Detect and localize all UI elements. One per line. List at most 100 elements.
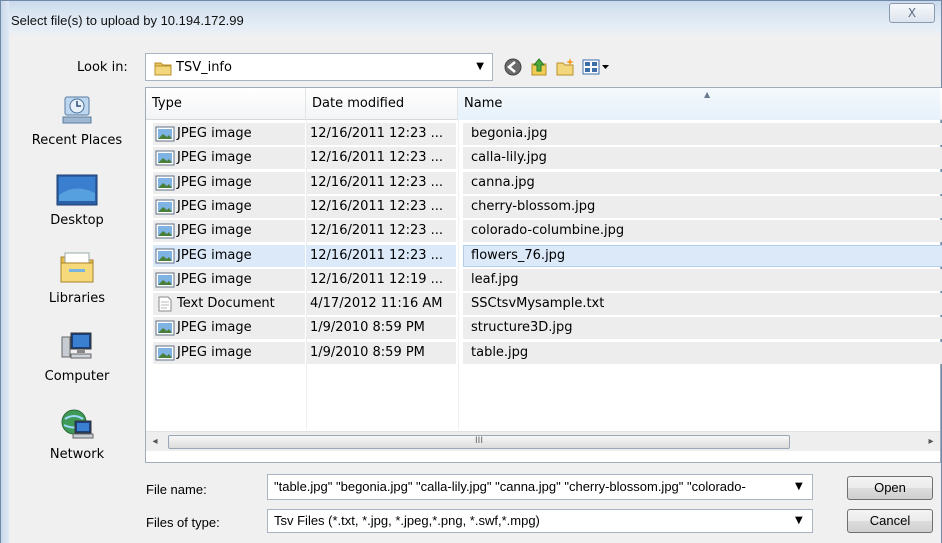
image-file-icon <box>155 175 175 191</box>
image-file-icon <box>155 199 175 215</box>
file-name-cell[interactable]: flowers_76.jpg <box>463 244 942 267</box>
close-icon: X <box>907 6 917 20</box>
table-row[interactable]: JPEG image 1/9/2010 8:59 PM structure3D.jp… <box>149 317 942 340</box>
chevron-down-icon[interactable]: ▼ <box>795 515 803 526</box>
title-bar[interactable]: Select file(s) to upload by 10.194.172.9… <box>1 1 942 35</box>
column-header-name[interactable]: Name ▲ <box>458 88 940 120</box>
file-date-cell: 12/16/2011 12:23 ... <box>306 147 456 170</box>
table-row[interactable]: JPEG image 12/16/2011 12:23 ... begonia.jp… <box>149 123 942 145</box>
places-bar: Recent Places Desktop Libraries Computer… <box>15 87 139 467</box>
file-type-cell: Text Document <box>153 293 305 316</box>
sort-ascending-icon: ▲ <box>704 90 711 99</box>
recent-places-icon <box>62 96 92 124</box>
file-type-cell: JPEG image <box>153 171 305 194</box>
table-row[interactable]: JPEG image 1/9/2010 8:59 PM table.jpg <box>149 341 942 364</box>
scroll-left-icon[interactable]: ◂ <box>146 432 164 452</box>
chevron-down-icon: ▼ <box>476 61 484 72</box>
text-file-icon <box>158 296 172 312</box>
file-name-cell[interactable]: cherry-blossom.jpg <box>463 195 942 218</box>
file-type-text: JPEG image <box>177 344 252 360</box>
look-in-label: Look in: <box>77 60 128 75</box>
file-name-cell[interactable]: begonia.jpg <box>463 123 942 145</box>
place-libraries[interactable]: Libraries <box>15 251 139 323</box>
file-upload-dialog: Select file(s) to upload by 10.194.172.9… <box>0 0 942 543</box>
file-name-cell[interactable]: calla-lily.jpg <box>463 147 942 170</box>
file-list[interactable]: Type Date modified Name ▲ JPEG image 12/1… <box>145 87 942 463</box>
file-type-select[interactable]: Tsv Files (*.txt, *.jpg, *.jpeg,*.png, *… <box>267 509 813 533</box>
look-in-dropdown[interactable]: TSV_info ▼ <box>145 53 493 81</box>
file-name-cell[interactable]: colorado-columbine.jpg <box>463 220 942 243</box>
file-type-text: JPEG image <box>177 271 252 287</box>
table-row[interactable]: JPEG image 12/16/2011 12:19 ... leaf.jpg <box>149 268 942 291</box>
file-type-cell: JPEG image <box>153 244 305 267</box>
new-folder-icon[interactable] <box>555 57 575 77</box>
file-date-cell: 12/16/2011 12:23 ... <box>306 123 456 145</box>
file-type-cell: JPEG image <box>153 268 305 291</box>
file-name-label: File name: <box>146 482 207 497</box>
file-date-cell: 12/16/2011 12:19 ... <box>306 268 456 291</box>
column-header-type[interactable]: Type <box>146 88 306 120</box>
table-row[interactable]: JPEG image 12/16/2011 12:23 ... cherry-blo… <box>149 195 942 218</box>
column-header-label: Type <box>152 96 182 111</box>
table-row[interactable]: JPEG image 12/16/2011 12:23 ... calla-lily… <box>149 147 942 170</box>
file-date-cell: 12/16/2011 12:23 ... <box>306 171 456 194</box>
place-label: Libraries <box>48 291 106 306</box>
folder-icon <box>154 62 172 76</box>
look-in-value: TSV_info <box>176 60 232 75</box>
file-date-cell: 12/16/2011 12:23 ... <box>306 220 456 243</box>
file-name-cell[interactable]: SSCtsvMysample.txt <box>463 293 942 316</box>
file-date-cell: 12/16/2011 12:23 ... <box>306 244 456 267</box>
table-row[interactable]: Text Document 4/17/2012 11:16 AM SSCtsvMys… <box>149 293 942 316</box>
column-header-date[interactable]: Date modified <box>306 88 458 120</box>
computer-icon <box>61 332 92 359</box>
view-menu-icon[interactable] <box>581 57 611 77</box>
file-name-cell[interactable]: canna.jpg <box>463 171 942 194</box>
table-row[interactable]: JPEG image 12/16/2011 12:23 ... colorado-c… <box>149 220 942 243</box>
file-date-cell: 1/9/2010 8:59 PM <box>306 341 456 364</box>
back-icon[interactable] <box>503 57 523 77</box>
place-label: Computer <box>44 369 110 384</box>
file-type-label: Files of type: <box>146 515 220 530</box>
place-label: Desktop <box>50 213 104 228</box>
file-date-cell: 12/16/2011 12:23 ... <box>306 195 456 218</box>
file-name-cell[interactable]: structure3D.jpg <box>463 317 942 340</box>
table-row[interactable]: JPEG image 12/16/2011 12:23 ... canna.jpg <box>149 171 942 194</box>
place-desktop[interactable]: Desktop <box>15 173 139 245</box>
file-name-cell[interactable]: leaf.jpg <box>463 268 942 291</box>
place-network[interactable]: Network <box>15 407 139 479</box>
chevron-down-icon[interactable]: ▼ <box>795 481 803 492</box>
image-file-icon <box>155 320 175 336</box>
image-file-icon <box>155 223 175 239</box>
horizontal-scrollbar[interactable]: ◂ III ▸ <box>146 431 940 451</box>
column-header-label: Name <box>464 96 503 111</box>
image-file-icon <box>155 248 175 263</box>
file-type-cell: JPEG image <box>153 341 305 364</box>
file-type-text: Text Document <box>177 296 275 312</box>
image-file-icon <box>155 345 175 361</box>
scroll-right-icon[interactable]: ▸ <box>922 432 940 452</box>
file-type-text: JPEG image <box>177 320 252 336</box>
place-computer[interactable]: Computer <box>15 329 139 401</box>
dialog-content: Look in: TSV_info ▼ Recent Places Deskto… <box>9 35 942 543</box>
file-type-text: JPEG image <box>177 198 252 214</box>
table-row[interactable]: JPEG image 12/16/2011 12:23 ... flowers_76… <box>149 244 942 267</box>
image-file-icon <box>155 150 175 166</box>
scrollbar-grip: III <box>475 436 483 446</box>
image-file-icon <box>155 126 175 142</box>
libraries-icon <box>60 252 94 283</box>
up-folder-icon[interactable] <box>529 57 549 77</box>
file-type-cell: JPEG image <box>153 220 305 243</box>
open-button[interactable]: Open <box>847 476 933 500</box>
cancel-button[interactable]: Cancel <box>847 509 933 533</box>
file-name-cell[interactable]: table.jpg <box>463 341 942 364</box>
file-name-input[interactable]: "table.jpg" "begonia.jpg" "calla-lily.jp… <box>267 474 813 500</box>
file-type-cell: JPEG image <box>153 123 305 145</box>
file-type-cell: JPEG image <box>153 195 305 218</box>
window-frame-left <box>1 1 9 543</box>
image-file-icon <box>155 272 175 288</box>
file-type-text: JPEG image <box>177 174 252 190</box>
scrollbar-thumb[interactable]: III <box>168 435 790 449</box>
close-button[interactable]: X <box>889 3 935 23</box>
place-recent-places[interactable]: Recent Places <box>15 93 139 165</box>
file-type-text: JPEG image <box>177 223 252 239</box>
